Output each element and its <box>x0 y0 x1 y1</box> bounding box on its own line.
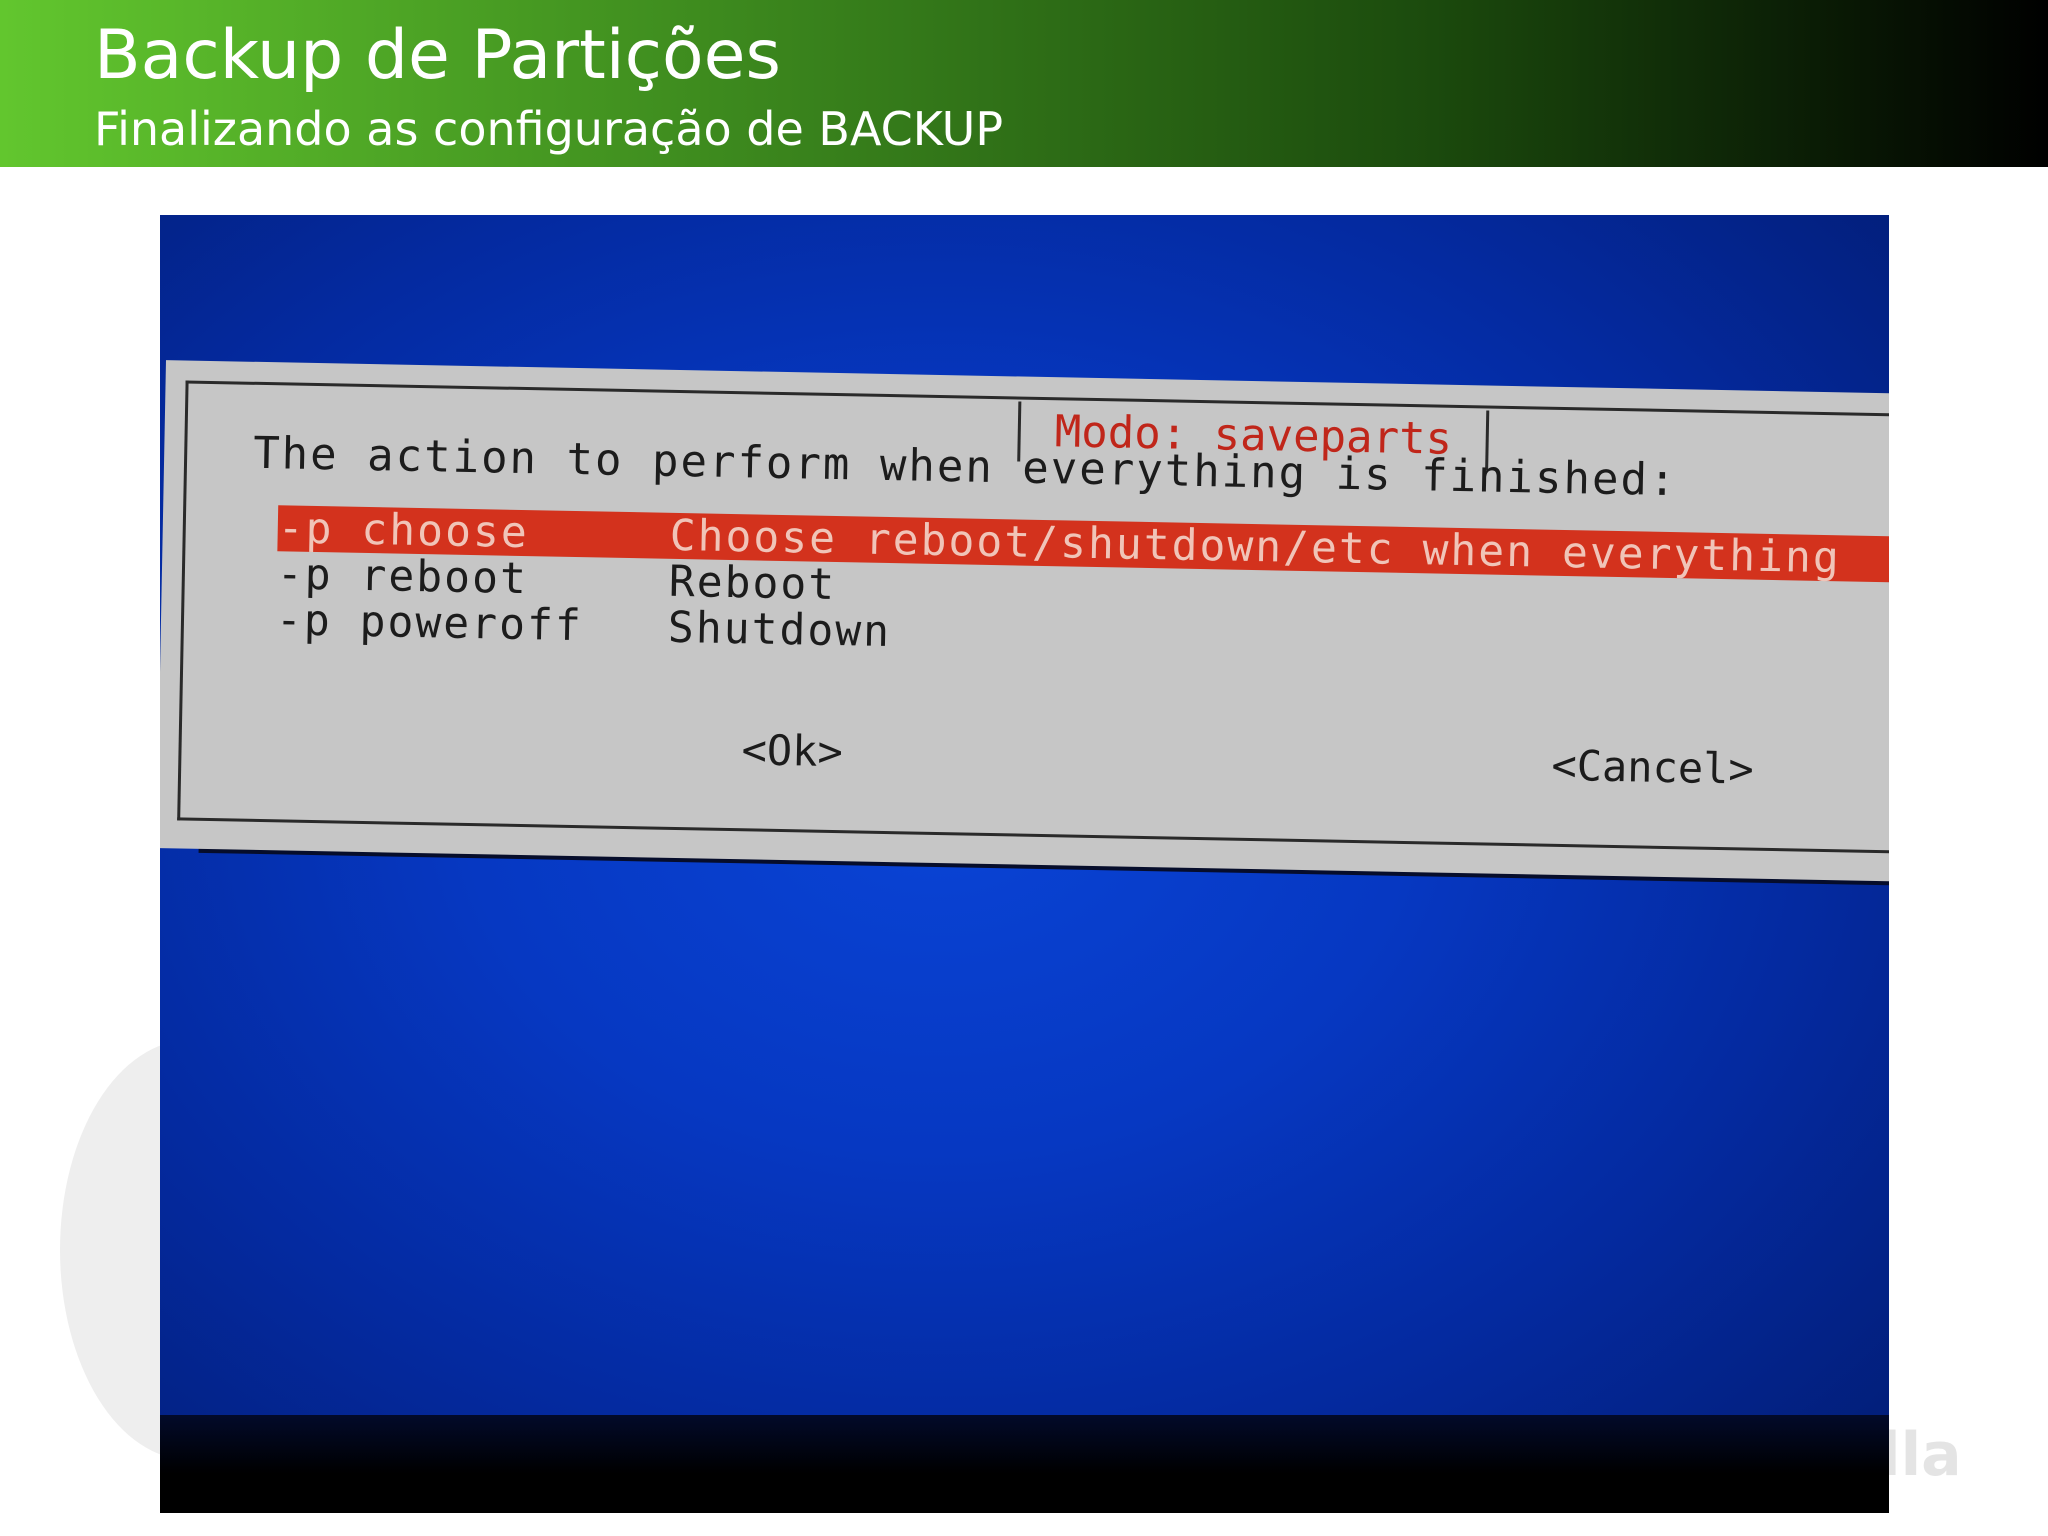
slide-header: Backup de Partições Finalizando as confi… <box>0 0 2048 167</box>
menu-item-tag: -p choose <box>277 503 530 559</box>
slide-title: Backup de Partições <box>94 16 781 95</box>
menu-item-description: Reboot <box>668 556 837 611</box>
ok-button[interactable]: <Ok> <box>741 724 843 778</box>
dialog-box: Modo: saveparts The action to perform wh… <box>160 360 1889 882</box>
monitor-bezel <box>160 1415 1889 1513</box>
menu-item-tag: -p poweroff <box>275 595 584 652</box>
option-menu: -p choose Choose reboot/shutdown/etc whe… <box>275 503 1889 675</box>
menu-item-tag: -p reboot <box>276 549 529 605</box>
cancel-button[interactable]: <Cancel> <box>1551 740 1754 796</box>
menu-item-description: Shutdown <box>667 602 892 658</box>
screen-photo: Modo: saveparts The action to perform wh… <box>160 215 1889 1513</box>
dialog-frame: Modo: saveparts The action to perform wh… <box>177 380 1889 855</box>
watermark-logo-text: lla <box>1880 1420 1962 1490</box>
slide-subtitle: Finalizando as configuração de BACKUP <box>94 102 1004 156</box>
dialog-container: Modo: saveparts The action to perform wh… <box>160 360 1889 993</box>
